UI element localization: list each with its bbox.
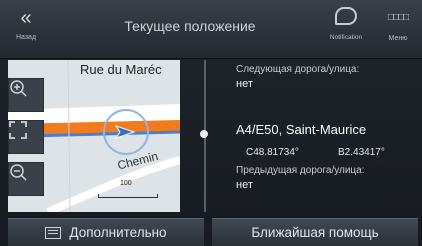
back-button[interactable]: « Назад (4, 4, 48, 54)
menu-grid-icon: □□□□ (387, 12, 409, 23)
app-frame: « Назад Текущее положение Notification □… (0, 0, 422, 246)
current-position-dot (200, 130, 208, 138)
location-info-panel: Следующая дорога/улица: нет A4/E50, Sain… (196, 60, 418, 212)
list-icon (45, 226, 62, 239)
menu-label: Меню (388, 35, 408, 42)
next-road-label: Следующая дорога/улица: (236, 64, 360, 75)
zoom-in-button[interactable] (8, 78, 44, 112)
map-scale-bar (98, 194, 158, 198)
menu-button[interactable]: □□□□ Меню (378, 4, 418, 54)
speech-bubble-icon (335, 7, 357, 25)
latitude-value: C48.81734° (246, 147, 299, 158)
recenter-icon (9, 121, 27, 139)
zoom-out-button[interactable] (8, 162, 44, 196)
notification-label: Notification (329, 34, 363, 41)
notification-button[interactable]: Notification (320, 4, 372, 54)
longitude-value: B2.43417° (338, 147, 385, 158)
back-label: Назад (15, 34, 37, 41)
current-road: A4/E50, Saint-Maurice (236, 122, 367, 137)
recenter-button[interactable] (8, 120, 44, 154)
map-scale-label: 100 (120, 180, 132, 187)
map-view[interactable]: Rue du Maréc Chemin 100 (8, 60, 180, 212)
nearby-help-label: Ближайшая помощь (251, 225, 379, 240)
page-title: Текущее положение (124, 18, 256, 34)
back-chevron-icon: « (20, 7, 32, 29)
more-options-label: Дополнительно (69, 225, 167, 240)
street-label-top: Rue du Maréc (80, 62, 162, 77)
more-options-button[interactable]: Дополнительно (8, 218, 204, 246)
zoom-in-icon (10, 80, 27, 97)
nearby-help-button[interactable]: Ближайшая помощь (212, 218, 418, 246)
previous-road-value: нет (236, 179, 253, 191)
next-road-value: нет (236, 78, 253, 90)
top-bar: « Назад Текущее положение Notification □… (0, 0, 422, 59)
zoom-out-icon (10, 164, 27, 181)
previous-road-label: Предыдущая дорога/улица: (236, 165, 365, 176)
